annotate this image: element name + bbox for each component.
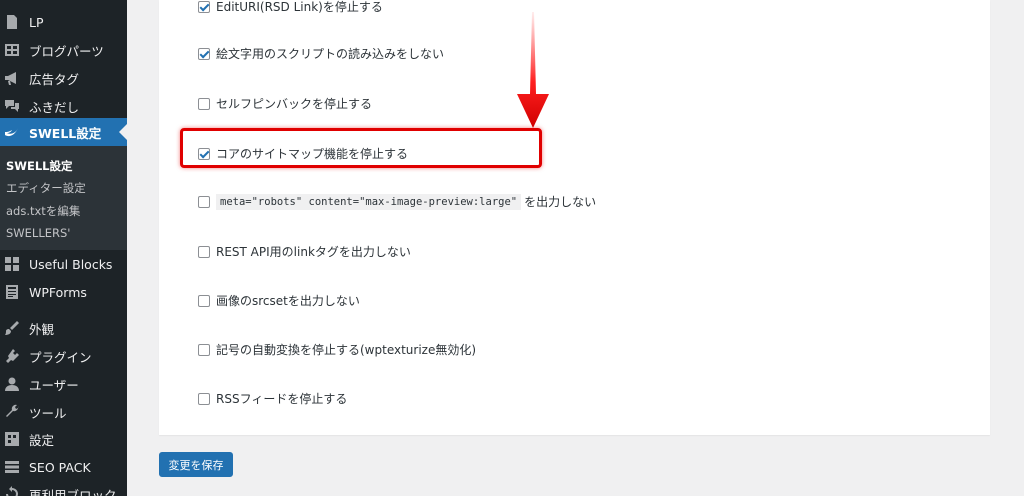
option-disable-srcset[interactable]: 画像のsrcsetを出力しない: [198, 292, 360, 309]
sidebar-item-label: SEO PACK: [29, 459, 91, 475]
submenu-item-swellers[interactable]: SWELLERS': [6, 226, 70, 240]
blocks-icon: [4, 256, 20, 272]
sidebar-item-blog-parts[interactable]: ブログパーツ: [0, 36, 127, 64]
option-disable-wptexturize[interactable]: 記号の自動変換を停止する(wptexturize無効化): [198, 341, 476, 358]
sidebar-item-label: 広告タグ: [29, 71, 80, 87]
option-disable-rsd-link[interactable]: EditURI(RSD Link)を停止する: [198, 0, 383, 15]
sidebar-item-tools[interactable]: ツール: [0, 398, 127, 426]
sidebar-item-appearance[interactable]: 外観: [0, 314, 127, 342]
sidebar-item-label: ふきだし: [29, 99, 80, 115]
option-disable-rest-api-link[interactable]: REST API用のlinkタグを出力しない: [198, 243, 411, 260]
option-label: 絵文字用のスクリプトの読み込みをしない: [216, 47, 445, 61]
arrow-down-icon: [517, 12, 549, 128]
settings-icon: [4, 431, 20, 447]
settings-card: [159, 0, 990, 435]
checkbox[interactable]: [198, 47, 210, 60]
sidebar-item-lp[interactable]: LP: [0, 8, 127, 36]
option-label: RSSフィードを停止する: [216, 392, 348, 406]
checkbox[interactable]: [198, 245, 210, 258]
sidebar-item-label: SWELL設定: [29, 125, 102, 141]
active-indicator: [119, 124, 127, 140]
highlight-box: [180, 128, 542, 168]
wrench-icon: [4, 404, 20, 420]
swell-icon: [4, 124, 20, 140]
paintbrush-icon: [4, 320, 20, 336]
checkbox[interactable]: [198, 343, 210, 356]
plugin-icon: [4, 348, 20, 364]
sidebar-item-label: Useful Blocks: [29, 256, 113, 272]
save-button[interactable]: 変更を保存: [159, 452, 233, 477]
checkbox[interactable]: [198, 392, 210, 405]
sidebar-item-seo-pack[interactable]: SEO PACK: [0, 453, 127, 481]
sidebar-item-settings[interactable]: 設定: [0, 425, 127, 453]
sidebar-item-label: 外観: [29, 321, 55, 337]
sidebar-item-useful-blocks[interactable]: Useful Blocks: [0, 250, 127, 278]
checkbox[interactable]: [198, 294, 210, 307]
sidebar-item-wpforms[interactable]: WPForms: [0, 278, 127, 306]
option-label: 記号の自動変換を停止する(wptexturize無効化): [216, 343, 477, 357]
submenu-item-editor-settings[interactable]: エディター設定: [6, 180, 86, 196]
sidebar-item-swell-settings[interactable]: SWELL設定: [0, 118, 127, 146]
sidebar-item-label: 設定: [29, 432, 55, 448]
sidebar-item-ad-tag[interactable]: 広告タグ: [0, 64, 127, 92]
sidebar-item-fukidashi[interactable]: ふきだし: [0, 92, 127, 120]
reusable-icon: [4, 486, 20, 496]
checkbox[interactable]: [198, 0, 210, 13]
option-disable-self-pingback[interactable]: セルフピンバックを停止する: [198, 95, 372, 112]
form-icon: [4, 284, 20, 300]
sidebar-item-reusable-blocks[interactable]: 再利用ブロック: [0, 480, 127, 496]
option-disable-rss-feed[interactable]: RSSフィードを停止する: [198, 390, 347, 407]
sidebar-item-plugins[interactable]: プラグイン: [0, 342, 127, 370]
submenu-item-ads-txt[interactable]: ads.txtを編集: [6, 203, 80, 219]
list-icon: [4, 459, 20, 475]
option-label: EditURI(RSD Link)を停止する: [216, 0, 383, 14]
checkbox[interactable]: [198, 97, 210, 110]
code-snippet: meta="robots" content="max-image-preview…: [216, 193, 522, 210]
page-icon: [4, 14, 20, 30]
sidebar-item-label: ブログパーツ: [29, 43, 104, 59]
sidebar-item-label: プラグイン: [29, 349, 92, 365]
sidebar-item-label: 再利用ブロック: [29, 487, 117, 496]
option-disable-robots-meta[interactable]: meta="robots" content="max-image-preview…: [198, 193, 596, 210]
option-label: 画像のsrcsetを出力しない: [216, 294, 360, 308]
sidebar-item-users[interactable]: ユーザー: [0, 370, 127, 398]
speech-bubble-icon: [4, 98, 20, 114]
grid-icon: [4, 42, 20, 58]
swell-submenu: SWELL設定 エディター設定 ads.txtを編集 SWELLERS': [0, 146, 127, 250]
sidebar-item-label: ユーザー: [29, 377, 79, 393]
option-label: を出力しない: [524, 195, 597, 209]
checkbox[interactable]: [198, 195, 210, 208]
sidebar-item-label: ツール: [29, 405, 67, 421]
admin-sidebar: LP ブログパーツ 広告タグ ふきだし SWELL設定 SWELL設定 エディタ…: [0, 0, 127, 496]
megaphone-icon: [4, 70, 20, 86]
option-disable-emoji-script[interactable]: 絵文字用のスクリプトの読み込みをしない: [198, 45, 444, 62]
submenu-item-swell-settings[interactable]: SWELL設定: [6, 158, 72, 174]
option-label: セルフピンバックを停止する: [216, 97, 373, 111]
user-icon: [4, 376, 20, 392]
sidebar-item-label: WPForms: [29, 284, 87, 300]
option-label: REST API用のlinkタグを出力しない: [216, 245, 411, 259]
sidebar-item-label: LP: [29, 14, 44, 30]
